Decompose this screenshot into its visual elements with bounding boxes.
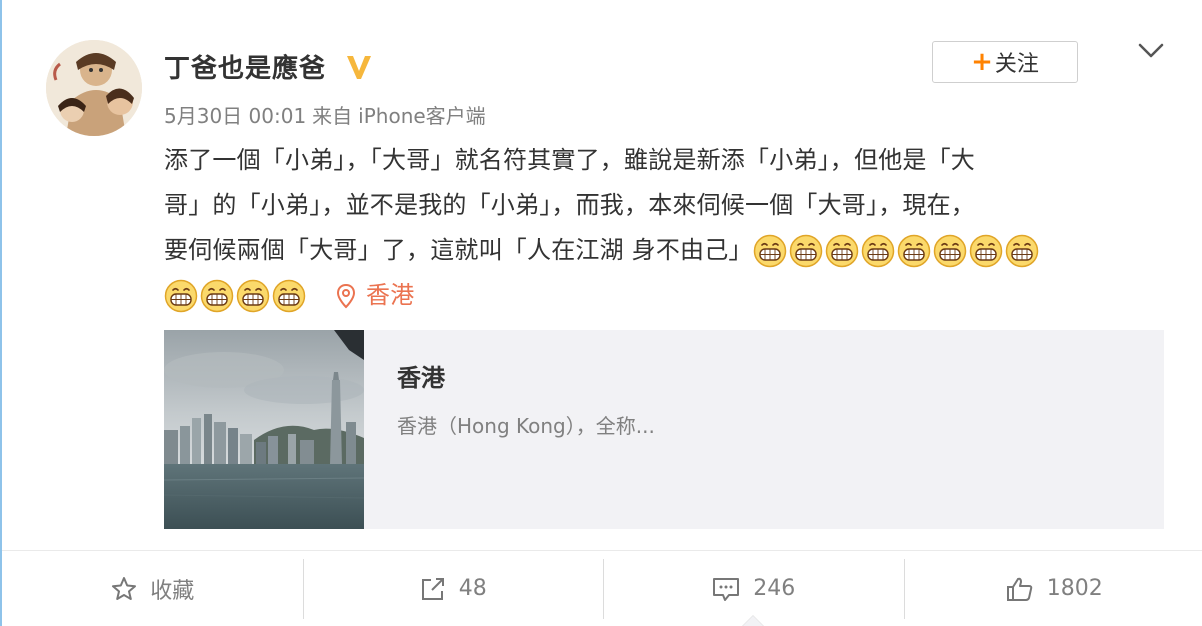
thumbs-up-icon [1006, 577, 1032, 601]
grin-emoji [969, 234, 1002, 268]
verified-badge-icon [347, 56, 371, 79]
source-prefix: 来自 [312, 104, 353, 128]
avatar[interactable] [46, 40, 142, 136]
action-separator [303, 559, 304, 619]
comment-pointer-arrow [742, 615, 764, 626]
favorite-label: 收藏 [150, 578, 195, 604]
chevron-down-icon[interactable] [1138, 42, 1164, 60]
repost-button[interactable]: 48 [303, 551, 604, 626]
location-card[interactable]: 香港 香港（Hong Kong），全称... [164, 330, 1164, 529]
username[interactable]: 丁爸也是應爸 [164, 48, 326, 85]
weibo-post-card: 丁爸也是應爸 5月30日 00:01 来自 iPhone客户端 + 关注 添了一個「… [0, 0, 1202, 626]
location-pin-icon [336, 283, 356, 308]
grin-emoji [272, 279, 306, 313]
post-source[interactable]: iPhone客户端 [358, 104, 486, 128]
location-photo [164, 330, 364, 529]
emoji-row [164, 273, 308, 318]
post-meta: 5月30日 00:01 来自 iPhone客户端 [164, 100, 492, 129]
follow-button[interactable]: + 关注 [932, 41, 1078, 83]
action-separator [904, 559, 905, 619]
follow-label: 关注 [994, 52, 1039, 77]
like-count: 1802 [1046, 576, 1103, 601]
post-content: 添了一個「小弟」，「大哥」就名符其實了，雖說是新添「小弟」，但他是「大 哥」的「… [164, 138, 1154, 318]
grin-emoji [236, 279, 270, 313]
comment-count: 246 [753, 576, 796, 601]
grin-emoji [164, 279, 198, 313]
avatar-illustration [46, 40, 142, 136]
location-label: 香港 [366, 281, 415, 309]
like-button[interactable]: 1802 [904, 551, 1202, 626]
content-line-text: 要伺候兩個「大哥」了，這就叫「人在江湖 身不由己」 [164, 236, 753, 264]
location-card-description: 香港（Hong Kong），全称... [397, 414, 655, 438]
grin-emoji [897, 234, 930, 268]
grin-emoji [789, 234, 822, 268]
grin-emoji [825, 234, 858, 268]
content-line: 添了一個「小弟」，「大哥」就名符其實了，雖說是新添「小弟」，但他是「大 [164, 146, 975, 174]
grin-emoji [200, 279, 234, 313]
content-line-with-emoji: 要伺候兩個「大哥」了，這就叫「人在江湖 身不由己」 [164, 228, 1154, 273]
share-icon [421, 577, 444, 600]
content-line-with-emoji: 香港 [164, 273, 1154, 318]
location-card-title: 香港 [397, 364, 445, 392]
content-line: 哥」的「小弟」，並不是我的「小弟」，而我，本來伺候一個「大哥」，現在， [164, 191, 975, 219]
plus-icon: + [971, 47, 993, 77]
post-date[interactable]: 5月30日 00:01 [164, 104, 306, 128]
action-separator [603, 559, 604, 619]
favorite-button[interactable]: 收藏 [2, 551, 303, 626]
comment-icon [713, 577, 740, 601]
grin-emoji [861, 234, 894, 268]
location-link[interactable]: 香港 [336, 273, 414, 318]
emoji-row [753, 228, 1041, 273]
grin-emoji [933, 234, 966, 268]
grin-emoji [753, 234, 786, 268]
star-icon [112, 576, 137, 600]
repost-count: 48 [458, 576, 487, 601]
grin-emoji [1005, 234, 1038, 268]
action-bar: 收藏 48 246 1802 [2, 551, 1202, 626]
